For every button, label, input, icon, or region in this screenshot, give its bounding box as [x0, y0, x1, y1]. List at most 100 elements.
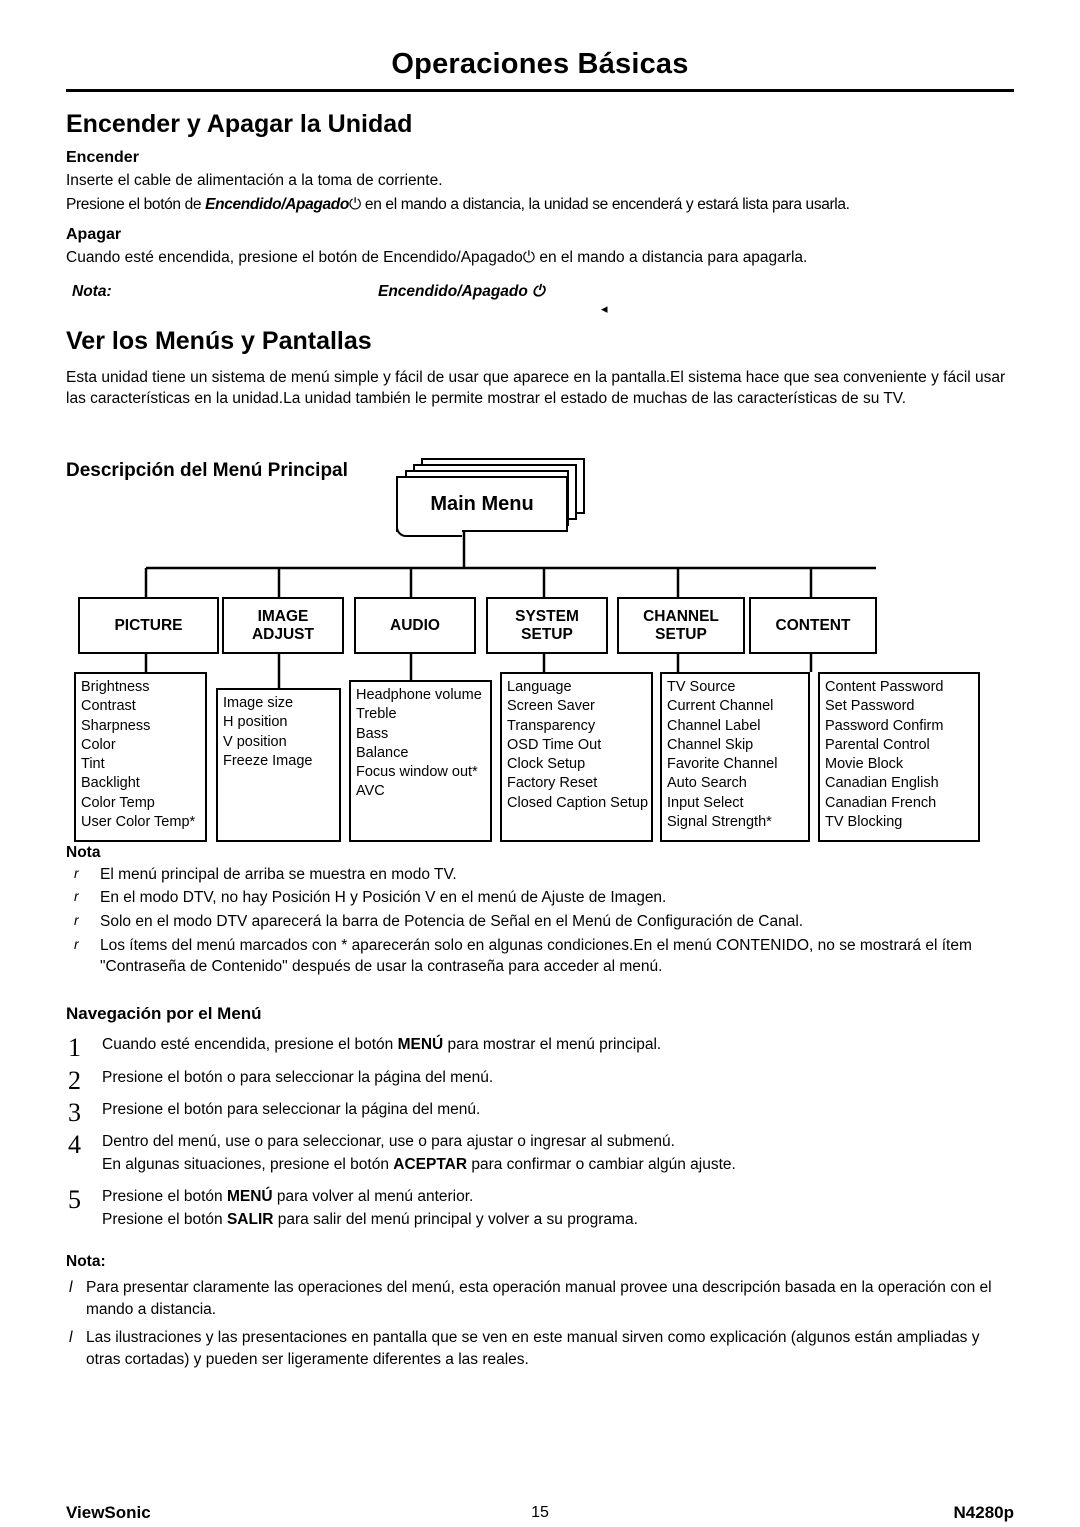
submenu-item: Content Password — [825, 679, 944, 695]
submenu-image-adjust: Image size H position V position Freeze … — [216, 688, 341, 842]
submenu-item: Transparency — [507, 717, 596, 734]
note-item: r En el modo DTV, no hay Posición H y Pos… — [66, 887, 1014, 909]
category-label-2: SETUP — [655, 625, 707, 643]
submenu-item: Bass — [356, 725, 389, 742]
category-system-setup: SYSTEM SETUP — [486, 597, 608, 654]
submenu-item: Channel Skip — [667, 736, 754, 753]
category-label-2: SETUP — [521, 625, 573, 643]
paragraph-encender-1: Inserte el cable de alimentación a la to… — [66, 172, 443, 189]
submenu-content: Content Password Set Password Password C… — [818, 672, 980, 842]
submenu-item: Language — [507, 679, 572, 695]
step-text-bold: ACEPTAR — [393, 1155, 468, 1173]
category-label: CHANNEL — [643, 607, 719, 625]
submenu-channel-setup: TV Source Current Channel Channel Label … — [660, 672, 810, 842]
text-fragment: Presione el botón de — [66, 195, 206, 213]
submenu-item: Clock Setup — [507, 756, 586, 773]
nota-target-text: Encendido/Apagado — [378, 282, 528, 300]
submenu-item: Focus window out* — [356, 764, 478, 781]
note-item: l Las ilustraciones y las presentaciones … — [66, 1327, 1014, 1371]
submenu-item: Signal Strength* — [667, 813, 772, 830]
note-bullet-icon: r — [74, 911, 79, 928]
submenu-item: Input Select — [667, 794, 744, 811]
text-emphasis-encendido: Encendido/Apagado — [205, 195, 350, 213]
submenu-item: AVC — [356, 783, 385, 800]
step-text: Presione el botón MENÚ para volver al me… — [102, 1188, 638, 1227]
submenu-item: Image size — [223, 695, 294, 711]
note-bullet-icon: r — [74, 864, 79, 881]
submenu-item: Favorite Channel — [667, 756, 778, 773]
submenu-item: TV Blocking — [825, 813, 903, 830]
submenu-item: Headphone volume — [356, 687, 482, 703]
submenu-item: Brightness — [81, 679, 150, 695]
category-label: SYSTEM — [515, 607, 579, 625]
nota-callout: Nota: Encendido/Apagado ⏻ ◂ — [66, 282, 1014, 316]
notes1-list: r El menú principal de arriba se muestra … — [66, 864, 1014, 978]
note-item: r Los ítems del menú marcados con * apare… — [66, 935, 1014, 978]
note-text: Solo en el modo DTV aparecerá la barra d… — [100, 912, 804, 930]
text-fragment: en el mando a distancia, la unidad se en… — [360, 195, 850, 213]
category-label: CONTENT — [775, 616, 851, 634]
footer-model: N4280p — [953, 1503, 1014, 1522]
submenu-item: V position — [223, 733, 287, 750]
step-text-part: para salir del menú principal y volver a… — [273, 1210, 638, 1228]
step-text-bold: MENÚ — [226, 1188, 273, 1206]
note-item: r Solo en el modo DTV aparecerá la barra … — [66, 911, 1014, 933]
note-text: Los ítems del menú marcados con * aparec… — [100, 936, 972, 976]
submenu-item: Current Channel — [667, 698, 774, 715]
nota-label: Nota: — [72, 282, 112, 300]
footer-page-number: 15 — [531, 1504, 549, 1521]
note-bullet-icon: r — [74, 888, 79, 905]
submenu-item: Canadian English — [825, 775, 939, 792]
submenu-item: Freeze Image — [223, 752, 313, 769]
submenu-item: Parental Control — [825, 736, 930, 753]
pointer-arrow-icon: ◂ — [601, 300, 608, 316]
step-text-part: Presione el botón — [102, 1188, 227, 1206]
category-picture: PICTURE — [78, 597, 219, 654]
step-number: 5 — [68, 1185, 81, 1215]
submenu-item: Tint — [81, 756, 105, 773]
step-text: Cuando esté encendida, presione el botón… — [102, 1036, 661, 1053]
power-icon: ⏻ — [532, 282, 545, 300]
document-page: Operaciones Básicas Encender y Apagar la… — [0, 0, 1080, 1527]
nav-step: 4 Dentro del menú, use o para selecciona… — [66, 1130, 1014, 1176]
submenu-audio: Headphone volume Treble Bass Balance Foc… — [349, 680, 492, 842]
step-text-part: para mostrar el menú principal. — [443, 1036, 662, 1054]
submenu-item: Password Confirm — [825, 717, 944, 734]
submenu-item: Canadian French — [825, 794, 937, 811]
notes2-heading: Nota: — [66, 1253, 106, 1271]
submenu-item: TV Source — [667, 679, 736, 695]
submenu-picture: Brightness Contrast Sharpness Color Tint… — [74, 672, 207, 842]
navigation-heading: Navegación por el Menú — [66, 1004, 262, 1024]
category-label: PICTURE — [114, 616, 183, 634]
note-text: El menú principal de arriba se muestra e… — [100, 865, 457, 883]
paragraph-encender-2: Presione el botón de Encendido/Apagado⏻ … — [66, 195, 1014, 216]
submenu-item: Channel Label — [667, 717, 761, 734]
step-text-part: para confirmar o cambiar algún ajuste. — [467, 1155, 736, 1173]
main-menu-node: Main Menu — [396, 458, 585, 537]
step-text: Dentro del menú, use o para seleccionar,… — [102, 1133, 736, 1172]
nav-step: 2 Presione el botón o para seleccionar l… — [66, 1066, 1014, 1095]
step-text-part: para volver al menú anterior. — [272, 1188, 474, 1206]
submenu-item: Treble — [356, 706, 397, 723]
page-content: Operaciones Básicas Encender y Apagar la… — [66, 0, 1014, 1377]
submenu-item: Color — [81, 736, 116, 753]
menu-tree-diagram: Main Menu PICTURE IMAGE ADJUST AUDIO SYS… — [66, 450, 1014, 875]
step-text-bold: SALIR — [226, 1210, 274, 1228]
paragraph-menus: Esta unidad tiene un sistema de menú sim… — [66, 368, 1006, 407]
text-fragment: en el mando a distancia para apagarla. — [535, 248, 808, 266]
power-icon: ⏻ — [522, 248, 536, 266]
text-fragment: Cuando esté encendida, presione el botón… — [66, 248, 523, 266]
submenu-item: User Color Temp* — [81, 813, 196, 830]
submenu-item: Backlight — [81, 775, 140, 792]
step-number: 4 — [68, 1130, 81, 1160]
step-text: Presione el botón o para seleccionar la … — [102, 1068, 494, 1086]
submenu-item: Closed Caption Setup — [507, 794, 649, 811]
submenu-item: Screen Saver — [507, 698, 595, 715]
submenu-item: H position — [223, 714, 288, 731]
note-text: En el modo DTV, no hay Posición H y Posi… — [100, 889, 667, 907]
note-bullet-icon: l — [69, 1279, 73, 1297]
note-bullet-icon: r — [74, 935, 79, 952]
submenu-item: Movie Block — [825, 756, 904, 773]
submenu-item: OSD Time Out — [507, 736, 602, 753]
step-text-part: En algunas situaciones, presione el botó… — [102, 1155, 394, 1173]
